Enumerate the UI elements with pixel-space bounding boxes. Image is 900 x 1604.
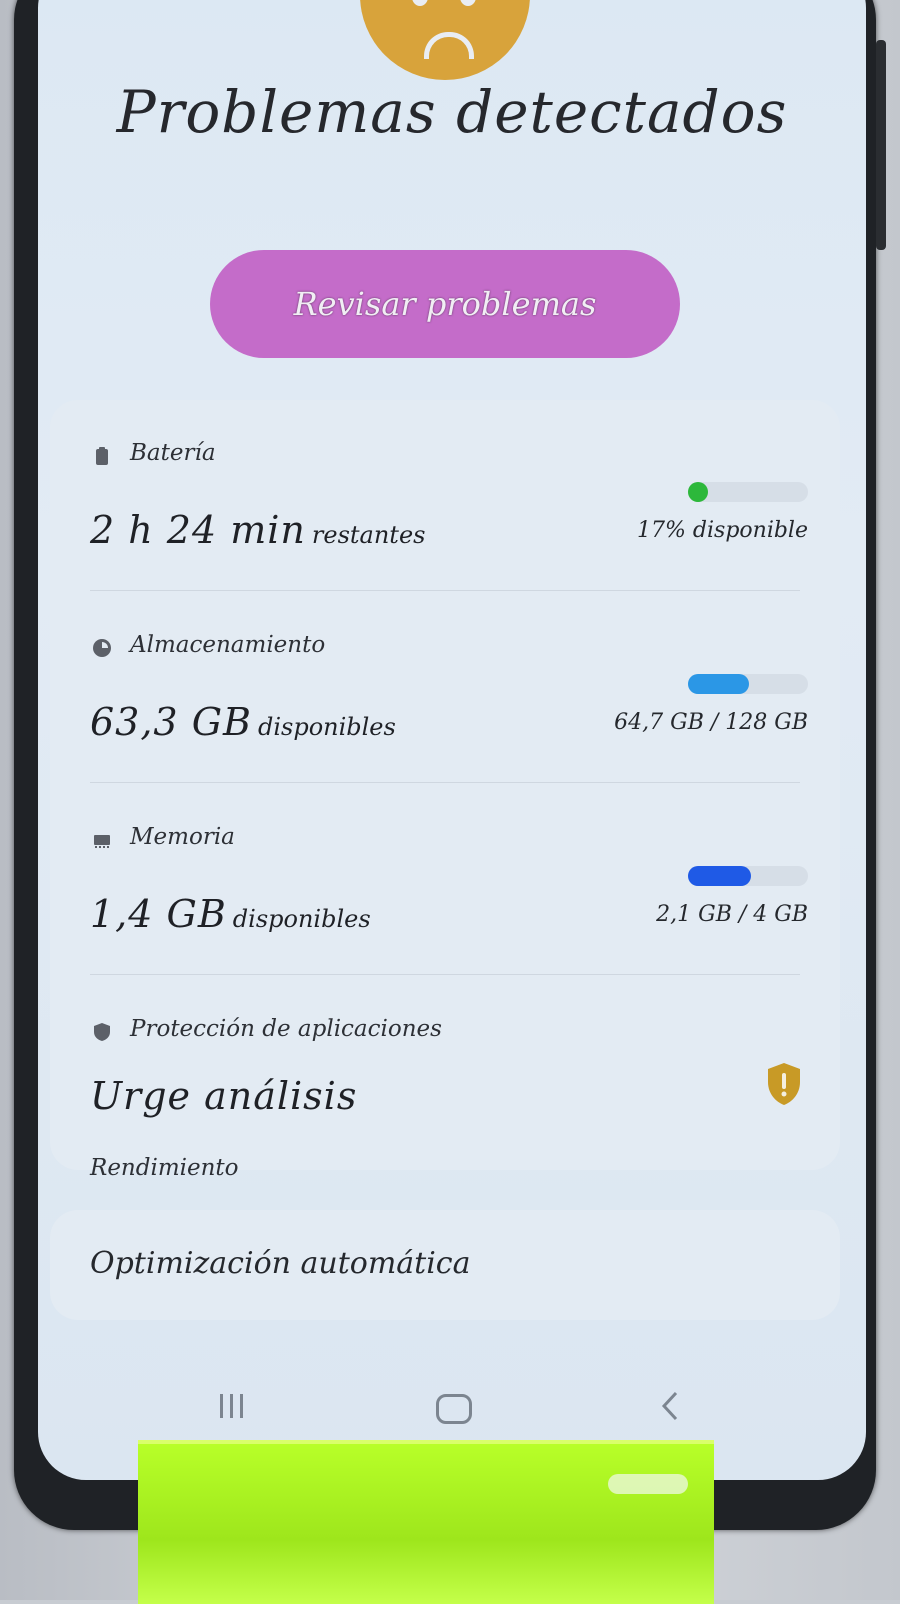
storage-used-total: 64,7 GB / 128 GB <box>614 710 808 735</box>
battery-percent-available: 17% disponible <box>637 518 808 543</box>
status-card: Batería 2 h 24 min restantes 17% disponib… <box>50 400 840 1170</box>
sad-face-icon <box>360 0 530 80</box>
app-protection-status: Urge análisis <box>90 1074 358 1118</box>
navigation-bar <box>38 1380 866 1440</box>
battery-value: 2 h 24 min <box>90 508 306 552</box>
stand-scuff <box>608 1474 688 1494</box>
sad-face-mouth <box>424 32 474 59</box>
memory-usage-bar <box>688 866 808 886</box>
battery-level-fill <box>688 482 708 502</box>
memory-available: 1,4 GB disponibles <box>90 892 371 936</box>
memory-suffix: disponibles <box>232 905 371 933</box>
auto-optimization-item[interactable]: Optimización automática <box>50 1210 840 1320</box>
battery-label: Batería <box>130 440 216 466</box>
app-protection-row[interactable]: Protección de aplicaciones Urge análisis <box>50 976 840 1166</box>
storage-label: Almacenamiento <box>130 632 326 658</box>
divider <box>90 782 800 783</box>
memory-value: 1,4 GB <box>90 892 227 936</box>
battery-time-remaining: 2 h 24 min restantes <box>90 508 425 552</box>
storage-suffix: disponibles <box>257 713 396 741</box>
home-icon[interactable] <box>436 1394 472 1424</box>
storage-value: 63,3 GB <box>90 700 252 744</box>
memory-chip-icon <box>94 835 110 848</box>
phone-stand <box>138 1440 714 1604</box>
device-screen: Problemas detectados Revisar problemas B… <box>38 0 866 1480</box>
storage-pie-icon <box>93 639 111 657</box>
battery-icon <box>96 447 108 465</box>
storage-usage-bar <box>688 674 808 694</box>
storage-row[interactable]: Almacenamiento 63,3 GB disponibles 64,7 G… <box>50 592 840 782</box>
sad-face-right-eye <box>460 0 476 6</box>
battery-suffix: restantes <box>311 521 426 549</box>
storage-usage-fill <box>688 674 749 694</box>
page-title: Problemas detectados <box>116 78 788 146</box>
recent-apps-icon[interactable] <box>216 1392 248 1420</box>
sad-face-left-eye <box>412 0 428 6</box>
back-icon[interactable] <box>658 1390 682 1422</box>
battery-level-bar <box>688 482 808 502</box>
divider <box>90 974 800 975</box>
memory-used-total: 2,1 GB / 4 GB <box>656 902 808 927</box>
divider <box>90 590 800 591</box>
shield-icon <box>94 1023 110 1041</box>
performance-section-title: Rendimiento <box>90 1155 239 1181</box>
battery-row[interactable]: Batería 2 h 24 min restantes 17% disponib… <box>50 400 840 590</box>
memory-label: Memoria <box>130 824 235 850</box>
side-button <box>876 40 886 250</box>
app-protection-label: Protección de aplicaciones <box>130 1016 442 1042</box>
memory-usage-fill <box>688 866 751 886</box>
storage-available: 63,3 GB disponibles <box>90 700 396 744</box>
shield-warning-icon <box>768 1063 800 1105</box>
memory-row[interactable]: Memoria 1,4 GB disponibles 2,1 GB / 4 GB <box>50 784 840 974</box>
review-problems-button[interactable]: Revisar problemas <box>210 250 680 358</box>
auto-optimization-label: Optimización automática <box>90 1246 471 1281</box>
